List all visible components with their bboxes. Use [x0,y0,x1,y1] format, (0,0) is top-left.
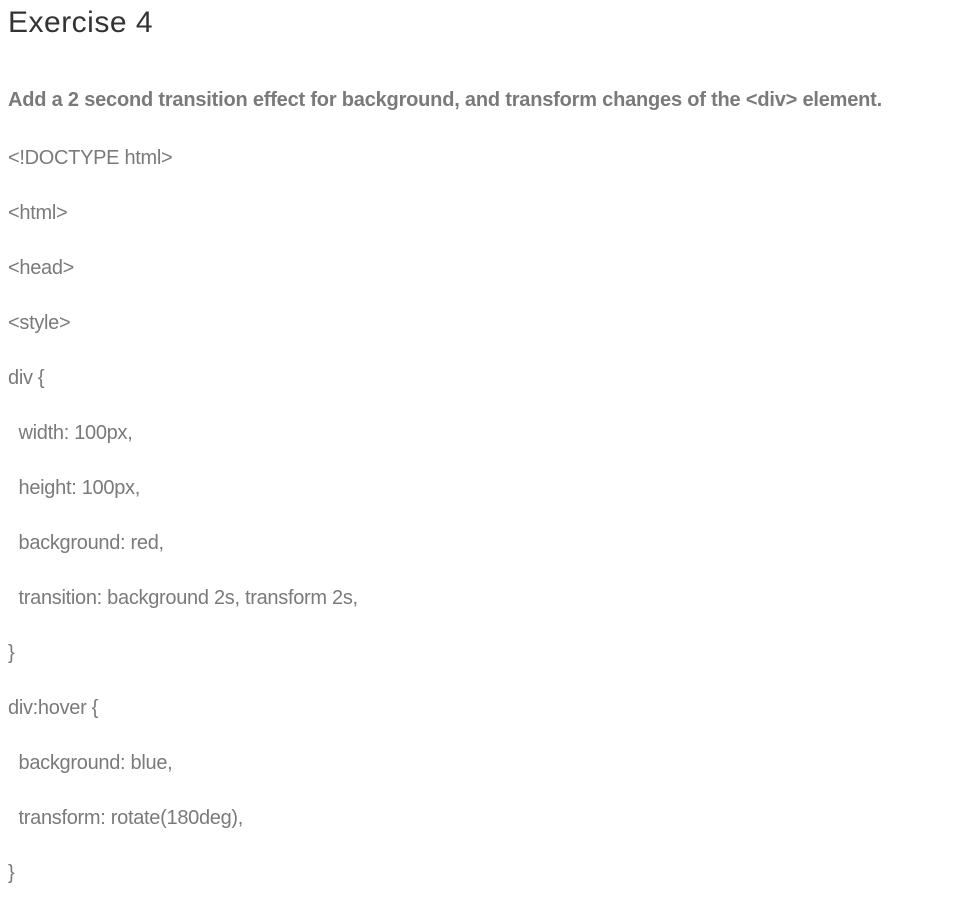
code-line: height: 100px, [8,477,141,499]
code-line: <head> [8,257,75,279]
exercise-instruction: Add a 2 second transition effect for bac… [8,89,882,111]
exercise-title: Exercise 4 [8,6,154,39]
code-line: } [8,862,15,884]
code-line: div:hover { [8,697,99,719]
code-line: <!DOCTYPE html> [8,147,173,169]
code-line: transform: rotate(180deg), [8,807,244,829]
code-line: background: blue, [8,752,173,774]
code-line: } [8,642,15,664]
code-line: div { [8,367,45,389]
code-listing: <!DOCTYPE html> <html> <head> <style> di… [8,144,358,914]
code-line: background: red, [8,532,165,554]
code-line: transition: background 2s, transform 2s, [8,587,359,609]
code-line: width: 100px, [8,422,133,444]
code-line: <style> [8,312,71,334]
code-line: <html> [8,202,68,224]
